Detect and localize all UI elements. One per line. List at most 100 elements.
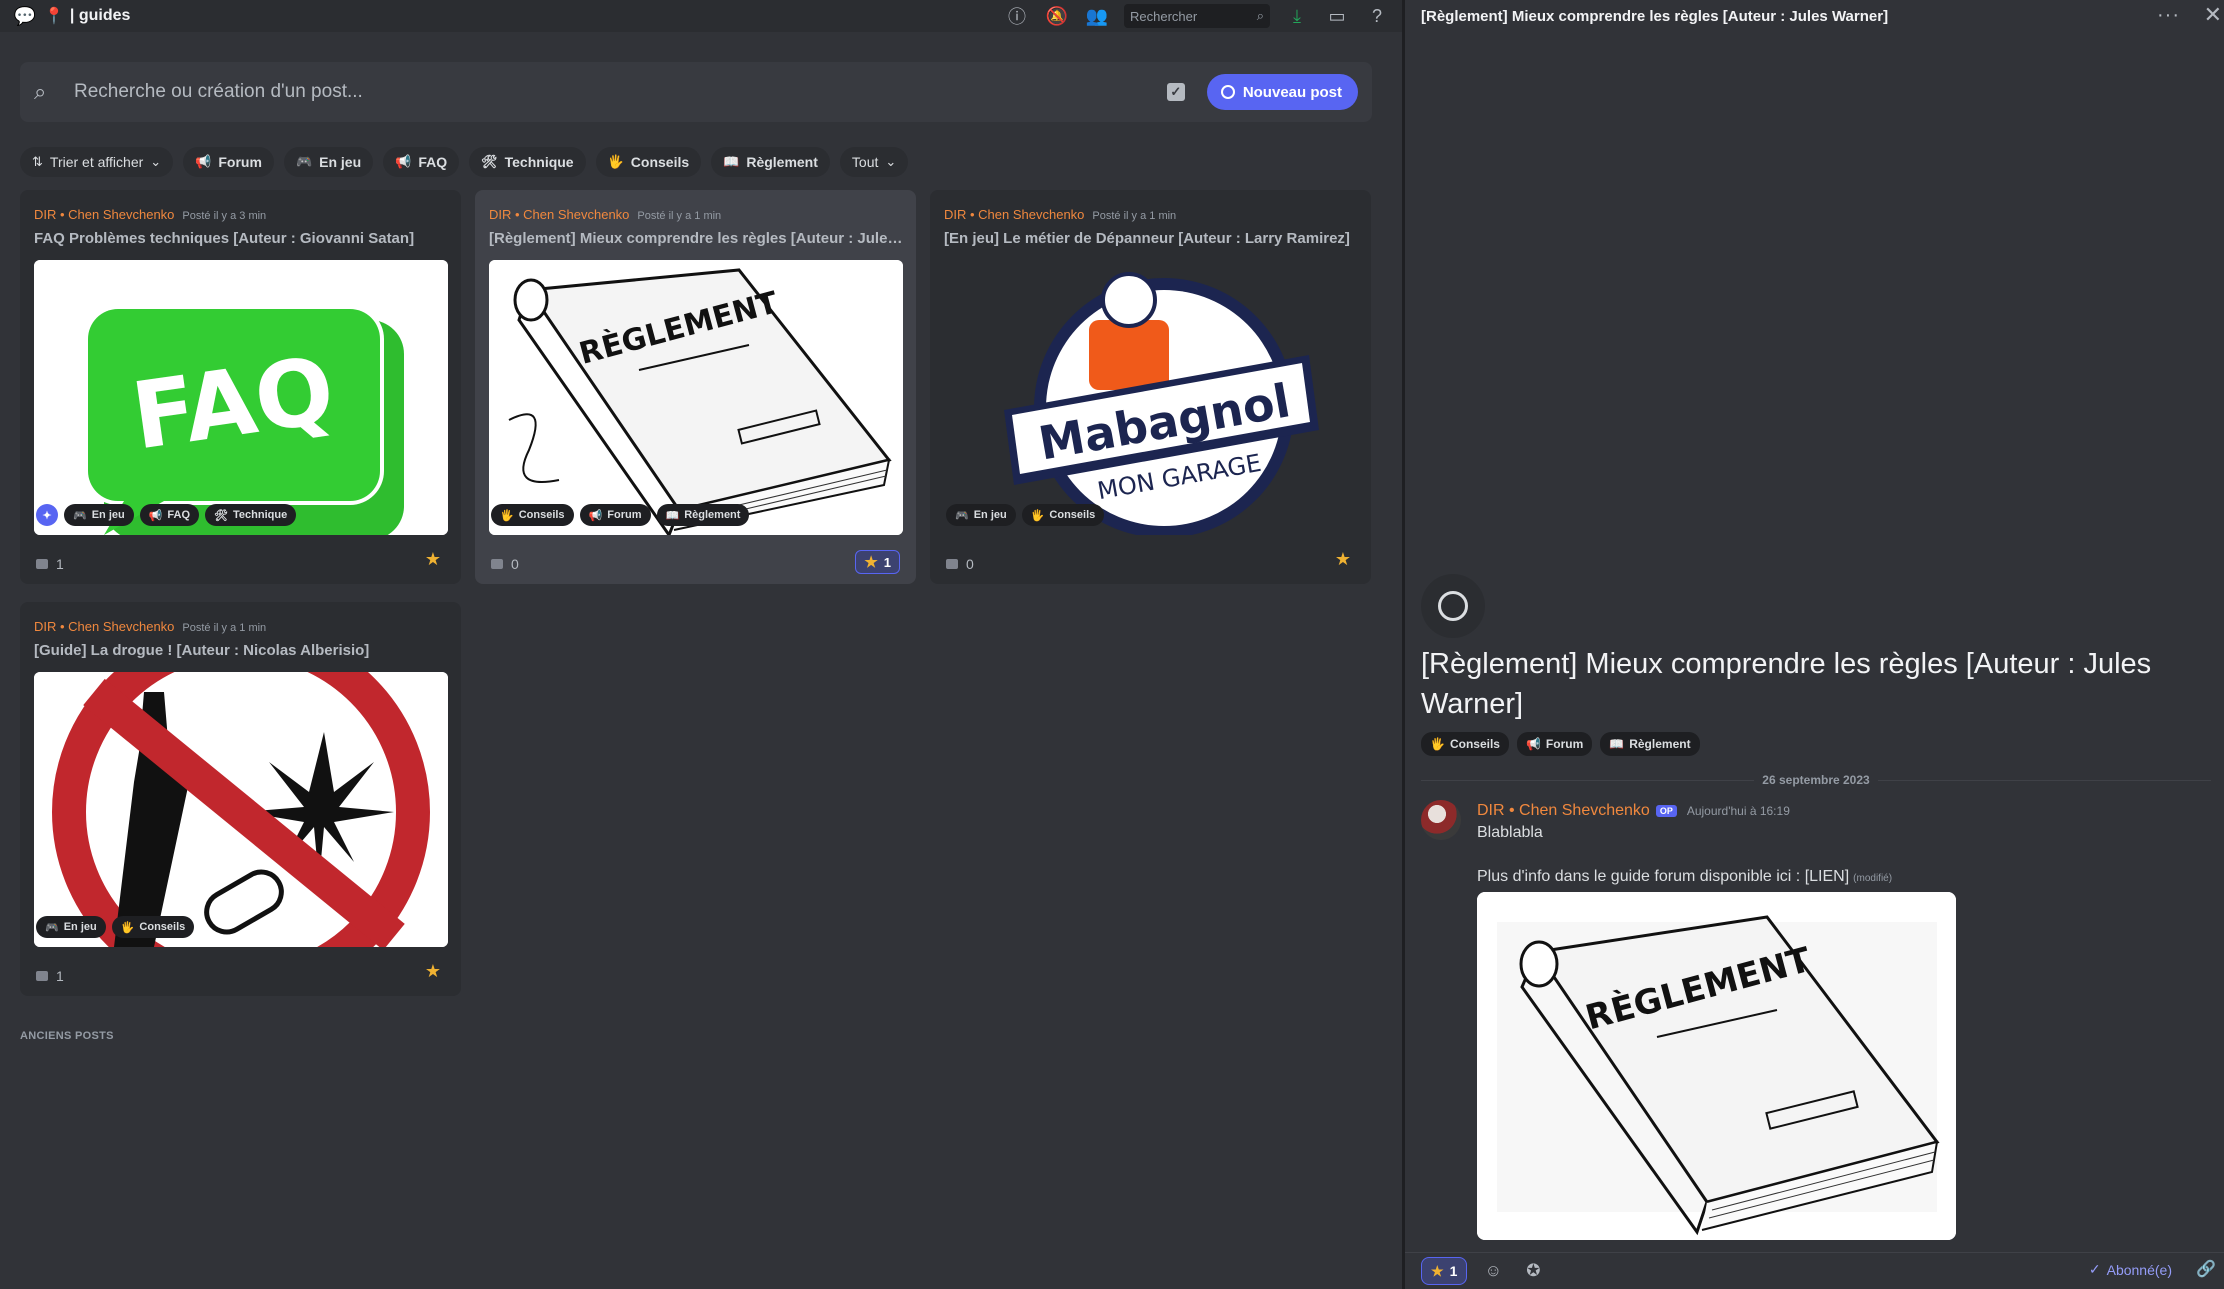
search-icon: ⌕ <box>1256 8 1264 23</box>
no-drugs-image <box>34 672 448 947</box>
check-icon: ✓ <box>2088 1261 2101 1277</box>
thread-footer: ★ 1 ☺ ✪ ✓ Abonné(e) 🔗 <box>1405 1252 2224 1289</box>
chat-bubble-icon <box>1220 85 1235 99</box>
help-icon[interactable]: ? <box>1364 3 1390 29</box>
post-tags: ✦ 🎮 En jeu 📢 FAQ 🛠 Technique <box>36 504 297 526</box>
download-icon[interactable]: ⤓ <box>1284 3 1310 29</box>
sort-button[interactable]: ⇅ Trier et afficher ⌄ <box>20 147 174 177</box>
post-title: [Guide] La drogue ! [Auteur : Nicolas Al… <box>34 642 370 659</box>
channel-emoji: 📍 <box>44 8 64 25</box>
post-card-reglement[interactable]: DIR • Chen Shevchenko Posté il y a 1 min… <box>475 190 916 584</box>
avatar[interactable] <box>1421 800 1461 840</box>
link-icon[interactable]: 🔗 <box>2196 1259 2216 1279</box>
post-card-depanneur[interactable]: DIR • Chen Shevchenko Posté il y a 1 min… <box>930 190 1371 584</box>
tag-label: FAQ <box>167 509 191 521</box>
post-time: Posté il y a 1 min <box>637 210 722 222</box>
filter-tag-faq[interactable]: 📢 FAQ <box>383 147 460 177</box>
mute-bell-icon[interactable]: 🔕 <box>1044 3 1070 29</box>
message-text: Blablabla <box>1477 824 1543 841</box>
post-meta: DIR • Chen Shevchenko Posté il y a 3 min <box>34 207 266 222</box>
post-card-faq[interactable]: DIR • Chen Shevchenko Posté il y a 3 min… <box>20 190 461 584</box>
filter-tag-technique[interactable]: 🛠 Technique <box>469 147 586 177</box>
tag-emoji: 🖐 <box>607 154 624 169</box>
post-title: [En jeu] Le métier de Dépanneur [Auteur … <box>944 230 1350 247</box>
tag-emoji: 📢 <box>195 154 212 169</box>
thread-panel: [Règlement] Mieux comprendre les règles … <box>1405 0 2224 1289</box>
members-icon[interactable]: 👥 <box>1084 3 1110 29</box>
filter-tag-forum[interactable]: 📢 Forum <box>183 147 274 177</box>
comment-icon <box>491 559 503 569</box>
star-reaction-button[interactable]: ★ 1 <box>1421 1257 1468 1285</box>
hand-icon: 🖐 <box>1430 737 1445 751</box>
tag-label: Forum <box>607 509 642 521</box>
add-super-reaction-icon[interactable]: ✪ <box>1519 1257 1547 1285</box>
all-tags-dropdown[interactable]: Tout ⌄ <box>839 147 909 177</box>
filter-tag-reglement[interactable]: 📖 Règlement <box>711 147 830 177</box>
tag-label: Règlement <box>684 509 741 521</box>
header-search-input[interactable]: Rechercher ⌕ <box>1124 4 1270 28</box>
book-icon: 📖 <box>665 509 680 522</box>
tag-label: Conseils <box>630 154 690 170</box>
tag-label: En jeu <box>319 154 362 170</box>
add-reaction-icon[interactable]: ☺ <box>1479 1257 1507 1285</box>
message-link-text: Plus d'info dans le guide forum disponib… <box>1477 868 1850 885</box>
date-separator: 26 septembre 2023 <box>1421 772 2211 788</box>
checklist-icon[interactable]: ✓ <box>1166 83 1185 101</box>
post-author[interactable]: DIR • Chen Shevchenko <box>944 207 1084 222</box>
tag-emoji: 🛠 <box>481 154 498 169</box>
channel-header: 💬 📍 | guides ⓘ 🔕 👥 Rechercher ⌕ ⤓ ▭ ? <box>0 0 1402 32</box>
tag-label: Technique <box>233 509 288 521</box>
pin-icon: ✦ <box>36 504 58 526</box>
subscribed-button[interactable]: ✓ Abonné(e) <box>2089 1261 2172 1278</box>
megaphone-icon: 📢 <box>588 509 603 522</box>
thread-tag: 📖 Règlement <box>1600 732 1700 756</box>
post-tag: 📖 Règlement <box>656 504 750 526</box>
star-icon[interactable]: ★ <box>425 961 441 982</box>
inbox-icon[interactable]: ▭ <box>1324 3 1350 29</box>
post-tag: 🖐 Conseils <box>1021 504 1105 526</box>
tag-label: En jeu <box>91 509 125 521</box>
more-options-icon[interactable]: ··· <box>2157 4 2180 27</box>
post-time: Posté il y a 3 min <box>182 210 267 222</box>
post-tag: 📢 Forum <box>579 504 651 526</box>
star-icon[interactable]: ★ <box>1335 549 1351 570</box>
post-search-bar[interactable]: ⌕ Recherche ou création d'un post... ✓ N… <box>20 62 1372 122</box>
post-meta: DIR • Chen Shevchenko Posté il y a 1 min <box>489 207 721 222</box>
post-author[interactable]: DIR • Chen Shevchenko <box>489 207 629 222</box>
post-card-drogue[interactable]: DIR • Chen Shevchenko Posté il y a 1 min… <box>20 602 461 996</box>
thread-tag: 🖐 Conseils <box>1421 732 1509 756</box>
message-author[interactable]: DIR • Chen Shevchenko <box>1477 802 1650 820</box>
post-author[interactable]: DIR • Chen Shevchenko <box>34 619 174 634</box>
filter-tag-conseils[interactable]: 🖐 Conseils <box>595 147 702 177</box>
post-tags: 🎮 En jeu 🖐 Conseils <box>946 504 1105 526</box>
chevron-down-icon: ⌄ <box>885 154 897 169</box>
gamepad-icon: 🎮 <box>73 509 87 522</box>
post-footer: 1 <box>36 556 64 572</box>
thread-header-title: [Règlement] Mieux comprendre les règles … <box>1421 7 1889 25</box>
post-tag: 🎮 En jeu <box>64 504 134 526</box>
chevron-down-icon: ⌄ <box>150 154 162 169</box>
gamepad-icon: 🎮 <box>955 509 969 522</box>
comment-count: 0 <box>511 556 519 572</box>
comment-icon <box>36 971 48 981</box>
info-icon[interactable]: ⓘ <box>1004 3 1030 29</box>
megaphone-icon: 📢 <box>1525 737 1541 751</box>
thread-header: [Règlement] Mieux comprendre les règles … <box>1405 0 2224 32</box>
star-icon[interactable]: ★ <box>425 549 441 570</box>
hand-icon: 🖐 <box>120 921 135 934</box>
post-title: FAQ Problèmes techniques [Auteur : Giova… <box>34 230 415 247</box>
post-footer: 1 <box>36 968 64 984</box>
new-post-label: Nouveau post <box>1242 83 1342 101</box>
star-reaction-button[interactable]: ★ 1 <box>855 550 900 574</box>
tag-label: Conseils <box>1449 737 1500 751</box>
close-icon[interactable]: ✕ <box>2204 2 2222 28</box>
message-image-attachment[interactable]: RÈGLEMENT <box>1477 892 1956 1240</box>
comment-count: 0 <box>966 556 974 572</box>
forum-channel-icon: 💬 <box>13 5 37 26</box>
book-icon: 📖 <box>1609 737 1625 751</box>
post-tag: 🎮 En jeu <box>36 916 106 938</box>
post-meta: DIR • Chen Shevchenko Posté il y a 1 min <box>944 207 1176 222</box>
filter-tag-en-jeu[interactable]: 🎮 En jeu <box>283 147 374 177</box>
new-post-button[interactable]: Nouveau post <box>1206 74 1358 110</box>
post-author[interactable]: DIR • Chen Shevchenko <box>34 207 174 222</box>
